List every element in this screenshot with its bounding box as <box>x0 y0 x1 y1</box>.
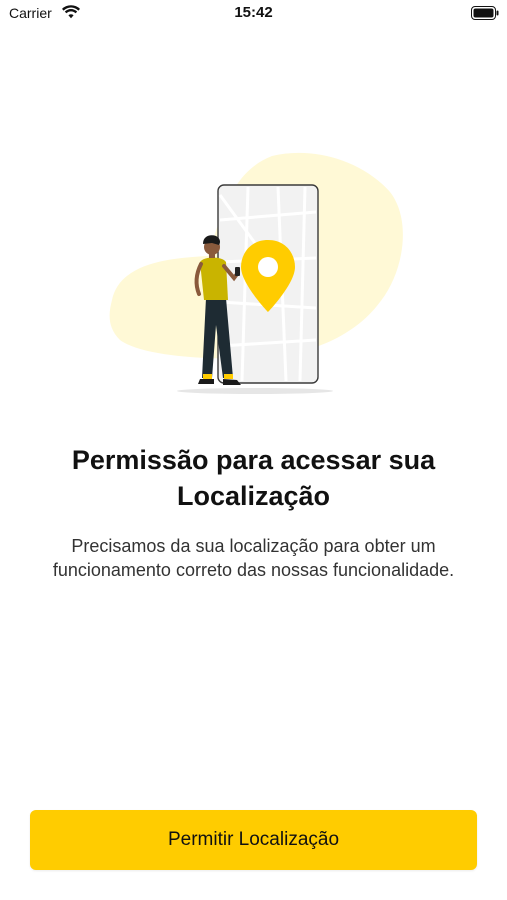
location-permission-illustration <box>109 152 403 394</box>
permission-description: Precisamos da sua localização para obter… <box>52 536 455 580</box>
status-bar: Carrier 15:42 <box>0 0 507 28</box>
permission-title: Permissão para acessar sua Localização <box>71 445 436 511</box>
status-time: 15:42 <box>234 4 273 21</box>
ground-shadow <box>177 388 333 394</box>
allow-location-button[interactable]: Permitir Localização <box>30 810 477 870</box>
battery-icon <box>471 6 499 20</box>
